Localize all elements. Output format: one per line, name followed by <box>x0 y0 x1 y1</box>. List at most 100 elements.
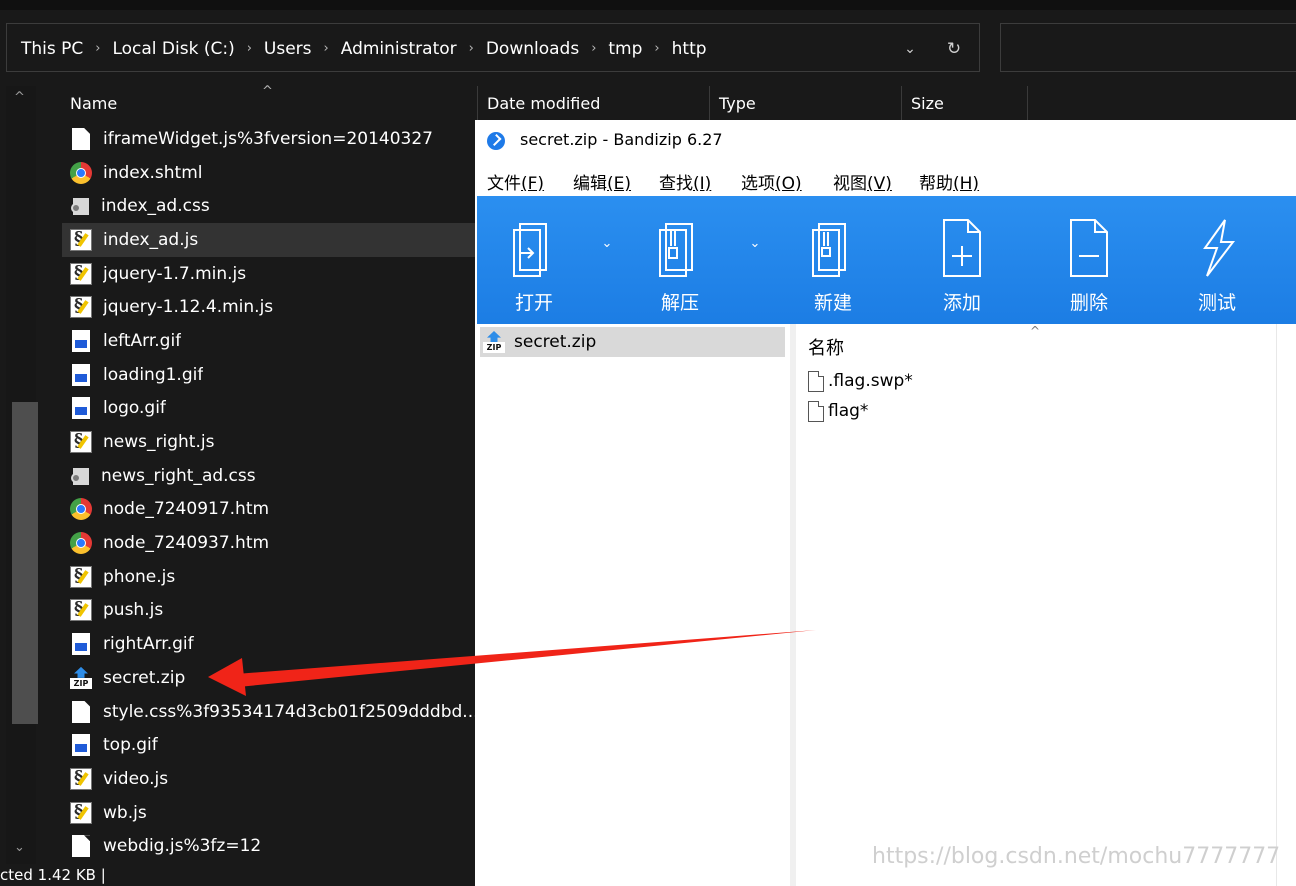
file-row[interactable]: node_7240917.htm <box>62 493 476 527</box>
breadcrumb-separator-icon[interactable]: › <box>85 41 110 56</box>
file-row[interactable]: rightArr.gif <box>62 627 476 661</box>
file-row[interactable]: style.css%3f93534174d3cb01f2509dddbd... <box>62 695 476 729</box>
file-row[interactable]: leftArr.gif <box>62 324 476 358</box>
file-row[interactable]: news_right_ad.css <box>62 459 476 493</box>
archive-entry[interactable]: flag* <box>808 396 868 426</box>
file-row[interactable]: node_7240937.htm <box>62 526 476 560</box>
toolbar-button-label: 删除 <box>1069 292 1108 314</box>
breadcrumb-item[interactable]: tmp <box>606 39 644 59</box>
breadcrumb-separator-icon[interactable]: › <box>314 41 339 56</box>
menu-item-accelerator: (I) <box>693 174 712 194</box>
file-row[interactable]: wb.js <box>62 796 476 830</box>
breadcrumb-item[interactable]: Administrator <box>339 39 459 59</box>
menu-item[interactable]: 选项(O) <box>741 169 802 194</box>
breadcrumb-separator-icon[interactable]: › <box>644 41 669 56</box>
column-divider[interactable] <box>709 86 710 120</box>
file-row[interactable]: index_ad.js <box>62 223 476 257</box>
scroll-down-icon[interactable]: ⌄ <box>14 840 25 855</box>
js-file-icon <box>70 262 92 285</box>
file-row[interactable]: index_ad.css <box>62 189 476 223</box>
file-row[interactable]: push.js <box>62 594 476 628</box>
tree-item-archive[interactable]: secret.zip <box>480 327 785 357</box>
breadcrumb-item[interactable]: http <box>670 39 709 59</box>
column-header-name[interactable]: 名称 <box>808 334 844 360</box>
archive-tree-pane: secret.zip <box>475 324 796 886</box>
file-name: news_right.js <box>103 432 215 453</box>
file-row[interactable]: loading1.gif <box>62 358 476 392</box>
file-row[interactable]: top.gif <box>62 728 476 762</box>
file-name: node_7240937.htm <box>103 533 270 554</box>
menu-item[interactable]: 帮助(H) <box>919 169 979 194</box>
file-icon <box>808 400 824 422</box>
file-name: logo.gif <box>103 398 166 419</box>
add-icon <box>943 219 981 277</box>
menu-item-label: 编辑 <box>573 174 607 194</box>
file-row[interactable]: secret.zip <box>62 661 476 695</box>
breadcrumb-separator-icon[interactable]: › <box>459 41 484 56</box>
file-row[interactable]: phone.js <box>62 560 476 594</box>
address-history-dropdown-icon[interactable]: ⌄ <box>897 36 923 62</box>
column-header-type[interactable]: Type <box>719 94 756 113</box>
image-file-icon <box>72 734 90 757</box>
file-row[interactable]: jquery-1.7.min.js <box>62 257 476 291</box>
file-name: rightArr.gif <box>103 634 194 655</box>
scrollbar-thumb[interactable] <box>12 402 38 724</box>
zip-icon <box>483 331 505 353</box>
column-divider[interactable] <box>901 86 902 120</box>
column-header-date-modified[interactable]: Date modified <box>487 94 600 113</box>
file-row[interactable]: news_right.js <box>62 425 476 459</box>
toolbar-button[interactable]: 解压 <box>635 196 725 324</box>
file-row[interactable]: iframeWidget.js%3fversion=20140327 <box>62 122 476 156</box>
file-row[interactable]: webdig.js%3fz=12 <box>62 829 476 863</box>
menu-item-label: 查找 <box>659 174 693 194</box>
vertical-scrollbar[interactable]: ^ ⌄ <box>6 86 38 864</box>
menu-item[interactable]: 视图(V) <box>833 169 892 194</box>
breadcrumb: This PC › Local Disk (C:) › Users › Administra… <box>19 24 709 73</box>
file-row[interactable]: video.js <box>62 762 476 796</box>
toolbar-button[interactable]: 测试 <box>1172 196 1262 324</box>
search-box[interactable] <box>1000 23 1296 72</box>
image-file-icon <box>72 397 90 420</box>
scroll-up-icon[interactable]: ^ <box>14 90 25 105</box>
column-divider[interactable] <box>1276 324 1277 886</box>
column-header-name[interactable]: Name <box>70 94 117 113</box>
file-row[interactable]: logo.gif <box>62 392 476 426</box>
column-header-size[interactable]: Size <box>911 94 944 113</box>
file-row[interactable]: jquery-1.12.4.min.js <box>62 290 476 324</box>
file-name: top.gif <box>103 735 158 756</box>
breadcrumb-item[interactable]: Users <box>262 39 314 59</box>
dropdown-arrow-icon[interactable]: ⌄ <box>748 236 762 251</box>
toolbar-button[interactable]: 打开 <box>489 196 579 324</box>
archive-entry[interactable]: .flag.swp* <box>808 366 913 396</box>
toolbar-button[interactable]: 新建 <box>788 196 878 324</box>
breadcrumb-item[interactable]: Local Disk (C:) <box>110 39 236 59</box>
delete-icon <box>1070 219 1108 277</box>
js-file-icon <box>70 430 92 454</box>
menu-item[interactable]: 查找(I) <box>659 169 711 194</box>
js-file-icon <box>70 767 92 790</box>
breadcrumb-separator-icon[interactable]: › <box>581 41 606 56</box>
menu-item[interactable]: 编辑(E) <box>573 169 631 194</box>
address-bar[interactable]: This PC › Local Disk (C:) › Users › Administra… <box>6 23 980 72</box>
test-icon <box>1203 219 1236 277</box>
file-row[interactable]: index.shtml <box>62 156 476 190</box>
menu-item-label: 视图 <box>833 174 867 194</box>
menu-item[interactable]: 文件(F) <box>487 169 544 194</box>
archive-entry-name: .flag.swp* <box>828 371 913 391</box>
file-icon <box>808 370 824 392</box>
file-name: leftArr.gif <box>103 330 182 351</box>
bandizip-titlebar[interactable]: secret.zip - Bandizip 6.27 <box>475 120 1296 160</box>
toolbar-button[interactable]: 添加 <box>917 196 1007 324</box>
breadcrumb-separator-icon[interactable]: › <box>237 41 262 56</box>
toolbar-button[interactable]: 删除 <box>1044 196 1134 324</box>
column-divider[interactable] <box>477 86 478 120</box>
document-icon <box>72 700 90 723</box>
refresh-icon[interactable]: ↻ <box>941 36 967 62</box>
breadcrumb-item[interactable]: Downloads <box>484 39 581 59</box>
extract-icon <box>659 223 693 277</box>
dropdown-arrow-icon[interactable]: ⌄ <box>600 236 614 251</box>
menu-item-accelerator: (O) <box>775 174 802 194</box>
css-file-icon <box>70 195 90 217</box>
column-divider[interactable] <box>1027 86 1028 120</box>
breadcrumb-item[interactable]: This PC <box>19 39 85 59</box>
